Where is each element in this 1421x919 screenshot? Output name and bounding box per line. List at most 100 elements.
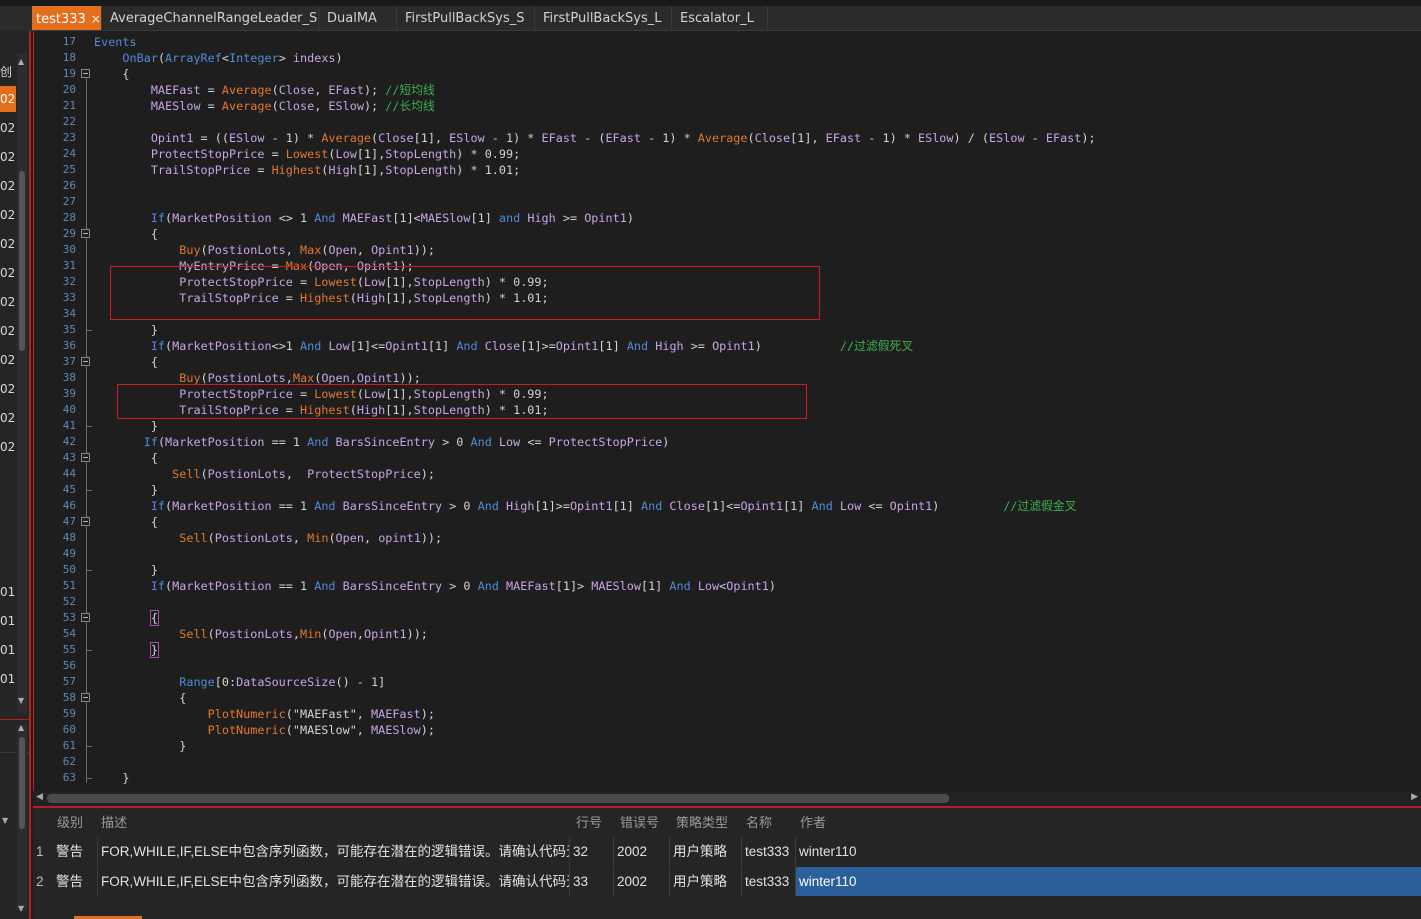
fold-toggle-icon[interactable] <box>81 357 90 366</box>
code-line[interactable]: 17 Events <box>33 34 1421 50</box>
left-lower-scroll-thumb[interactable] <box>19 737 25 829</box>
tab-averagechannelrangeleader-s[interactable]: AverageChannelRangeLeader_S <box>102 6 319 31</box>
column-header-author[interactable]: 作者 <box>800 808 826 836</box>
code-line[interactable]: 28 If(MarketPosition <> 1 And MAEFast[1]… <box>33 210 1421 226</box>
tab-firstpullbacksys-s[interactable]: FirstPullBackSys_S <box>397 6 535 31</box>
code-line[interactable]: 37 { <box>33 354 1421 370</box>
code-line[interactable]: 52 <box>33 594 1421 610</box>
left-panel-item[interactable]: 02 <box>0 86 16 112</box>
code-line[interactable]: 30 Buy(PostionLots, Max(Open, Opint1)); <box>33 242 1421 258</box>
line-number: 17 <box>62 35 76 48</box>
code-line[interactable]: 51 If(MarketPosition == 1 And BarsSinceE… <box>33 578 1421 594</box>
column-header-error-code[interactable]: 错误号 <box>620 808 659 836</box>
code-line[interactable]: 45 } <box>33 482 1421 498</box>
code-line[interactable]: 54 Sell(PostionLots,Min(Open,Opint1)); <box>33 626 1421 642</box>
code-line[interactable]: 46 If(MarketPosition == 1 And BarsSinceE… <box>33 498 1421 514</box>
column-header-strategy-type[interactable]: 策略类型 <box>676 808 728 836</box>
code-line[interactable]: 24 ProtectStopPrice = Lowest(Low[1],Stop… <box>33 146 1421 162</box>
editor-scroll-thumb[interactable] <box>47 794 949 803</box>
code-line[interactable]: 48 Sell(PostionLots, Min(Open, opint1)); <box>33 530 1421 546</box>
left-panel-item[interactable]: 01 <box>0 666 16 692</box>
code-line[interactable]: 55 } <box>33 642 1421 658</box>
triangle-right-icon[interactable]: ▶ <box>1411 792 1418 802</box>
left-panel-item[interactable]: 01 <box>0 637 16 663</box>
code-line[interactable]: 43 { <box>33 450 1421 466</box>
fold-toggle-icon[interactable] <box>81 613 90 622</box>
fold-toggle-icon[interactable] <box>81 229 90 238</box>
line-number: 29 <box>62 227 76 240</box>
line-number: 53 <box>62 611 76 624</box>
left-panel-scrollbar[interactable] <box>17 53 27 713</box>
code-line[interactable]: 35 } <box>33 322 1421 338</box>
tab-test333[interactable]: test333 × <box>32 6 102 31</box>
left-panel-item[interactable]: 01 <box>0 608 16 634</box>
triangle-left-icon[interactable]: ◀ <box>36 792 43 802</box>
triangle-down-icon[interactable]: ▼ <box>18 904 24 913</box>
left-panel-header: 创建 <box>0 65 13 79</box>
left-panel-item[interactable]: 02 <box>0 405 16 431</box>
code-line[interactable]: 59 PlotNumeric("MAEFast", MAEFast); <box>33 706 1421 722</box>
code-line[interactable]: 58 { <box>33 690 1421 706</box>
code-line[interactable]: 23 Opint1 = ((ESlow - 1) * Average(Close… <box>33 130 1421 146</box>
code-line[interactable]: 36 If(MarketPosition<>1 And Low[1]<=Opin… <box>33 338 1421 354</box>
left-panel-item[interactable]: 01 <box>0 579 16 605</box>
fold-toggle-icon[interactable] <box>81 69 90 78</box>
left-panel-item[interactable]: 02 <box>0 173 16 199</box>
code-line[interactable]: 22 <box>33 114 1421 130</box>
left-panel-item[interactable]: 02 <box>0 289 16 315</box>
code-line[interactable]: 56 <box>33 658 1421 674</box>
left-panel-item[interactable]: 02 <box>0 231 16 257</box>
fold-toggle-icon[interactable] <box>81 693 90 702</box>
code-line[interactable]: 27 <box>33 194 1421 210</box>
close-icon[interactable]: × <box>91 12 101 26</box>
code-line[interactable]: 47 { <box>33 514 1421 530</box>
left-panel-scroll-thumb[interactable] <box>19 171 25 351</box>
code-line[interactable]: 41 } <box>33 418 1421 434</box>
code-line[interactable]: 49 <box>33 546 1421 562</box>
column-header-level[interactable]: 级别 <box>57 808 83 836</box>
code-line[interactable]: 42 If(MarketPosition == 1 And BarsSinceE… <box>33 434 1421 450</box>
triangle-down-icon[interactable]: ▼ <box>2 816 8 825</box>
table-row[interactable]: 2 警告 FOR,WHILE,IF,ELSE中包含序列函数，可能存在潜在的逻辑错… <box>33 867 1421 896</box>
code-line[interactable]: 63 } <box>33 770 1421 786</box>
code-line[interactable]: 20 MAEFast = Average(Close, EFast); //短均… <box>33 82 1421 98</box>
left-panel-item[interactable]: 02 <box>0 318 16 344</box>
left-panel-item[interactable]: 02 <box>0 144 16 170</box>
fold-toggle-icon[interactable] <box>81 517 90 526</box>
triangle-down-icon[interactable]: ▼ <box>18 696 24 705</box>
tab-escalator-l[interactable]: Escalator_L <box>672 6 768 31</box>
triangle-up-icon[interactable]: ▲ <box>18 57 24 66</box>
left-panel-item[interactable]: 02 <box>0 376 16 402</box>
code-line[interactable]: 18 OnBar(ArrayRef<Integer> indexs) <box>33 50 1421 66</box>
editor-horizontal-scrollbar[interactable]: ◀ ▶ <box>33 791 1421 806</box>
code-token: Low <box>335 147 357 161</box>
code-token: Min <box>300 627 322 641</box>
column-header-name[interactable]: 名称 <box>746 808 772 836</box>
table-row[interactable]: 1 警告 FOR,WHILE,IF,ELSE中包含序列函数，可能存在潜在的逻辑错… <box>33 837 1421 866</box>
left-panel-item[interactable]: 02 <box>0 347 16 373</box>
code-line[interactable]: 25 TrailStopPrice = Highest(High[1],Stop… <box>33 162 1421 178</box>
code-editor[interactable]: 17 Events 18 OnBar(ArrayRef<Integer> index… <box>33 31 1421 791</box>
code-line[interactable]: 60 PlotNumeric("MAESlow", MAESlow); <box>33 722 1421 738</box>
code-line[interactable]: 50 } <box>33 562 1421 578</box>
code-line[interactable]: 57 Range[0:DataSourceSize() - 1] <box>33 674 1421 690</box>
code-line[interactable]: 29 { <box>33 226 1421 242</box>
fold-toggle-icon[interactable] <box>81 453 90 462</box>
left-panel-item[interactable]: 02 <box>0 434 16 460</box>
left-panel-item[interactable]: 02 <box>0 202 16 228</box>
column-header-line[interactable]: 行号 <box>576 808 602 836</box>
code-token: MarketPosition <box>172 579 272 593</box>
left-panel-item[interactable]: 02 <box>0 260 16 286</box>
code-line[interactable]: 53 { <box>33 610 1421 626</box>
left-panel-item[interactable]: 02 <box>0 115 16 141</box>
triangle-up-icon[interactable]: ▲ <box>18 723 24 732</box>
column-header-description[interactable]: 描述 <box>101 808 127 836</box>
code-line[interactable]: 44 Sell(PostionLots, ProtectStopPrice); <box>33 466 1421 482</box>
code-line[interactable]: 26 <box>33 178 1421 194</box>
tab-dualma[interactable]: DualMA <box>319 6 397 31</box>
code-line[interactable]: 61 } <box>33 738 1421 754</box>
code-line[interactable]: 21 MAESlow = Average(Close, ESlow); //长均… <box>33 98 1421 114</box>
code-line[interactable]: 62 <box>33 754 1421 770</box>
code-line[interactable]: 19 { <box>33 66 1421 82</box>
tab-firstpullbacksys-l[interactable]: FirstPullBackSys_L <box>535 6 672 31</box>
